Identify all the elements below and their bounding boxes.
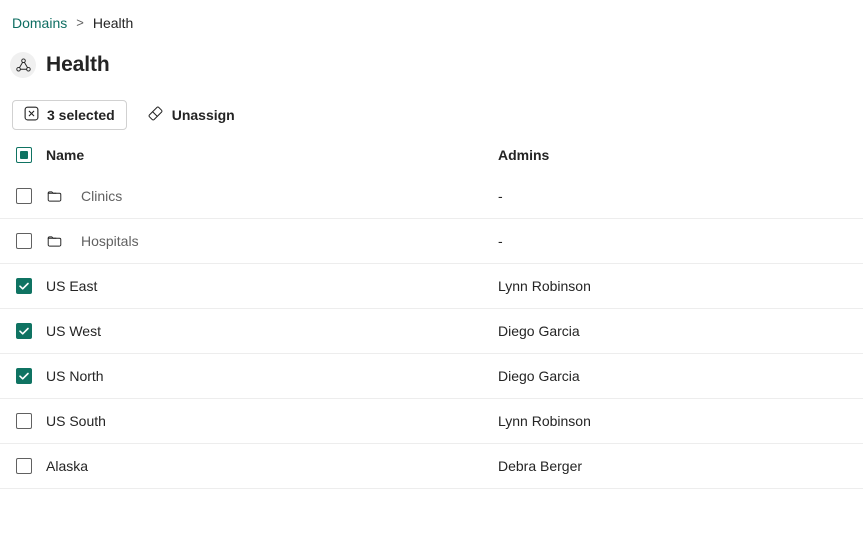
row-admins-cell: Diego Garcia — [498, 323, 863, 339]
row-name-cell: US East — [46, 278, 498, 294]
row-select-cell — [0, 458, 46, 474]
folder-icon — [46, 188, 81, 205]
row-name-label: US North — [46, 368, 104, 384]
domain-network-icon — [10, 52, 36, 78]
row-admins-cell: - — [498, 233, 863, 249]
row-name-cell: US North — [46, 368, 498, 384]
checkmark-icon — [18, 280, 30, 292]
row-select-cell — [0, 368, 46, 384]
row-name-cell: US South — [46, 413, 498, 429]
row-name-cell: Hospitals — [46, 233, 498, 250]
row-admins-cell: Debra Berger — [498, 458, 863, 474]
row-name-label: US West — [46, 323, 101, 339]
row-select-cell — [0, 413, 46, 429]
table-row[interactable]: Hospitals - — [0, 219, 863, 264]
row-checkbox[interactable] — [16, 323, 32, 339]
row-checkbox[interactable] — [16, 413, 32, 429]
select-all-cell — [0, 147, 46, 163]
row-select-cell — [0, 323, 46, 339]
page-title: Health — [46, 51, 110, 79]
selection-count-label: 3 selected — [47, 107, 115, 123]
column-header-name-label: Name — [46, 147, 84, 163]
select-all-checkbox[interactable] — [16, 147, 32, 163]
column-header-admins[interactable]: Admins — [498, 147, 863, 163]
row-name-label: Alaska — [46, 458, 88, 474]
row-name-cell: Clinics — [46, 188, 498, 205]
breadcrumb-separator: > — [76, 13, 84, 33]
row-admins-cell: Diego Garcia — [498, 368, 863, 384]
row-admins-cell: Lynn Robinson — [498, 278, 863, 294]
row-name-cell: US West — [46, 323, 498, 339]
table-header-row: Name Admins — [0, 136, 863, 174]
row-name-label: Hospitals — [81, 233, 139, 249]
column-header-admins-label: Admins — [498, 147, 549, 163]
page-title-row: Health — [10, 51, 110, 79]
row-name-label: Clinics — [81, 188, 122, 204]
row-admins-cell: - — [498, 188, 863, 204]
table-row[interactable]: US West Diego Garcia — [0, 309, 863, 354]
breadcrumb-current-health: Health — [93, 13, 133, 33]
unassign-label: Unassign — [172, 107, 235, 123]
checkmark-icon — [18, 370, 30, 382]
unassign-button[interactable]: Unassign — [139, 100, 243, 130]
dismiss-square-icon — [24, 106, 39, 124]
row-checkbox[interactable] — [16, 368, 32, 384]
table-row[interactable]: US South Lynn Robinson — [0, 399, 863, 444]
breadcrumb: Domains > Health — [12, 13, 133, 33]
row-checkbox[interactable] — [16, 278, 32, 294]
row-name-label: US East — [46, 278, 97, 294]
column-header-name[interactable]: Name — [46, 147, 498, 163]
domains-table: Name Admins Clinics - — [0, 136, 863, 489]
table-row[interactable]: US North Diego Garcia — [0, 354, 863, 399]
row-checkbox[interactable] — [16, 458, 32, 474]
row-checkbox[interactable] — [16, 188, 32, 204]
eraser-icon — [147, 105, 164, 125]
row-admins-cell: Lynn Robinson — [498, 413, 863, 429]
row-checkbox[interactable] — [16, 233, 32, 249]
table-row[interactable]: Alaska Debra Berger — [0, 444, 863, 489]
row-select-cell — [0, 233, 46, 249]
breadcrumb-link-domains[interactable]: Domains — [12, 13, 67, 33]
table-row[interactable]: Clinics - — [0, 174, 863, 219]
row-select-cell — [0, 278, 46, 294]
selection-count-button[interactable]: 3 selected — [12, 100, 127, 130]
toolbar: 3 selected Unassign — [12, 100, 243, 130]
row-select-cell — [0, 188, 46, 204]
row-name-cell: Alaska — [46, 458, 498, 474]
folder-icon — [46, 233, 81, 250]
checkmark-icon — [18, 325, 30, 337]
checkbox-indeterminate-mark — [20, 151, 28, 159]
table-row[interactable]: US East Lynn Robinson — [0, 264, 863, 309]
row-name-label: US South — [46, 413, 106, 429]
